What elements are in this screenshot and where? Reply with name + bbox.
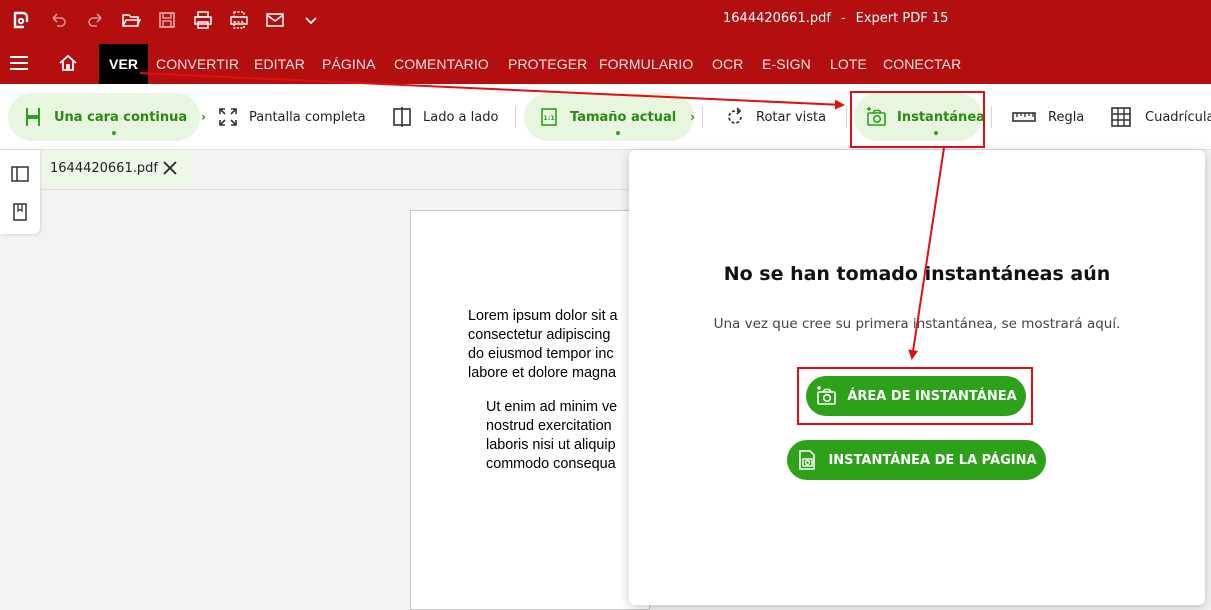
mail-icon[interactable] <box>263 8 287 32</box>
single-continuous-button[interactable]: Una cara continua › <box>8 93 206 141</box>
actual-size-label: Tamaño actual <box>570 109 677 125</box>
home-icon[interactable] <box>57 52 79 74</box>
grid-icon <box>1110 106 1132 128</box>
snapshot-panel: No se han tomado instantáneas aún Una ve… <box>629 150 1205 605</box>
toolbar-divider <box>991 106 992 128</box>
redo-icon[interactable] <box>83 8 107 32</box>
active-indicator <box>112 131 116 135</box>
ruler-label: Regla <box>1048 109 1085 125</box>
pdf-page[interactable]: Lorem ipsum dolor sit a consectetur adip… <box>410 210 650 610</box>
title-bar: 1644420661.pdf - Expert PDF 15 <box>0 0 1211 40</box>
page-text-line: labore et dolore magna <box>468 365 617 381</box>
page-text-line: consectetur adipiscing <box>468 327 611 343</box>
active-indicator <box>616 131 620 135</box>
page-text-line: commodo consequa <box>486 456 616 472</box>
print-icon[interactable] <box>191 8 215 32</box>
open-folder-icon[interactable] <box>119 8 143 32</box>
app-logo-icon[interactable] <box>8 8 32 32</box>
tab-convertir[interactable]: CONVERTIR <box>156 40 239 84</box>
side-by-side-icon <box>391 106 413 128</box>
tab-esign[interactable]: E-SIGN <box>762 40 811 84</box>
chevron-down-icon[interactable] <box>299 8 323 32</box>
tab-conectar[interactable]: CONECTAR <box>883 40 961 84</box>
hamburger-menu-icon[interactable] <box>8 52 30 74</box>
tab-lote[interactable]: LOTE <box>830 40 867 84</box>
single-continuous-icon <box>22 106 44 128</box>
document-tab-label: 1644420661.pdf <box>50 160 158 176</box>
ruler-button[interactable]: Regla <box>1012 93 1084 141</box>
side-by-side-label: Lado a lado <box>423 109 499 125</box>
actual-size-chevron[interactable]: › <box>690 110 695 124</box>
actual-size-button[interactable]: 1:1 Tamaño actual › <box>524 93 695 141</box>
tab-comentario[interactable]: COMENTARIO <box>394 40 489 84</box>
page-text-line: laboris nisi ut aliquip <box>486 437 616 453</box>
page-text-line: do eiusmod tempor inc <box>468 346 614 362</box>
page-snapshot-button[interactable]: INSTANTÁNEA DE LA PÁGINA <box>787 440 1046 480</box>
svg-text:1:1: 1:1 <box>543 114 555 122</box>
document-tab[interactable]: 1644420661.pdf <box>42 150 194 186</box>
rotate-view-button[interactable]: Rotar vista <box>724 93 826 141</box>
rotate-view-label: Rotar vista <box>756 109 827 125</box>
undo-icon[interactable] <box>47 8 71 32</box>
toolbar-divider <box>515 106 516 128</box>
snapshot-button[interactable]: Instantánea <box>854 93 985 141</box>
area-snapshot-label: ÁREA DE INSTANTÁNEA <box>847 388 1017 404</box>
ribbon-tabs: VER CONVERTIR EDITAR PÁGINA COMENTARIO P… <box>0 40 1211 84</box>
app-name: Expert PDF 15 <box>855 11 949 26</box>
tab-ver[interactable]: VER <box>99 44 149 84</box>
area-snapshot-button[interactable]: ÁREA DE INSTANTÁNEA <box>806 376 1026 416</box>
bookmark-icon[interactable] <box>10 202 30 222</box>
toolbar-divider <box>702 106 703 128</box>
grid-button[interactable]: Cuadrícula <box>1110 93 1211 141</box>
single-continuous-label: Una cara continua <box>54 109 188 125</box>
active-indicator <box>934 131 938 135</box>
full-screen-icon <box>217 106 239 128</box>
close-icon[interactable] <box>160 158 180 178</box>
page-text-line: nostrud exercitation <box>486 418 612 434</box>
rotate-icon <box>724 106 746 128</box>
tab-proteger[interactable]: PROTEGER <box>508 40 587 84</box>
view-toolbar: Una cara continua › Pantalla completa La… <box>0 84 1211 150</box>
window-title-separator: - <box>840 11 846 26</box>
snapshot-camera-icon <box>865 106 887 128</box>
grid-label: Cuadrícula <box>1145 109 1211 125</box>
print-setup-icon[interactable] <box>227 8 251 32</box>
ruler-icon <box>1012 106 1036 128</box>
actual-size-icon: 1:1 <box>538 106 560 128</box>
snapshot-label: Instantánea <box>897 109 985 125</box>
full-screen-button[interactable]: Pantalla completa <box>217 93 366 141</box>
snapshot-empty-subtitle: Una vez que cree su primera instantánea,… <box>713 316 1121 332</box>
window-title: 1644420661.pdf - Expert PDF 15 <box>723 11 948 26</box>
tab-ocr[interactable]: OCR <box>712 40 743 84</box>
tab-formulario[interactable]: FORMULARIO <box>599 40 693 84</box>
tab-pagina[interactable]: PÁGINA <box>322 40 376 84</box>
single-continuous-chevron[interactable]: › <box>201 110 206 124</box>
area-snapshot-icon <box>817 386 837 405</box>
full-screen-label: Pantalla completa <box>249 109 366 125</box>
left-panel-rail <box>0 150 40 234</box>
toolbar-divider <box>846 106 847 128</box>
snapshot-empty-title: No se han tomado instantáneas aún <box>723 263 1111 285</box>
page-text-line: Lorem ipsum dolor sit a <box>468 308 618 324</box>
save-icon[interactable] <box>155 8 179 32</box>
sidebar-panel-icon[interactable] <box>10 164 30 184</box>
window-file-name: 1644420661.pdf <box>723 11 831 26</box>
page-snapshot-label: INSTANTÁNEA DE LA PÁGINA <box>828 452 1037 468</box>
tab-editar[interactable]: EDITAR <box>254 40 305 84</box>
page-snapshot-icon <box>799 450 816 470</box>
side-by-side-button[interactable]: Lado a lado <box>391 93 498 141</box>
page-text-line: Ut enim ad minim ve <box>486 399 618 415</box>
tab-strip-divider <box>40 189 640 190</box>
